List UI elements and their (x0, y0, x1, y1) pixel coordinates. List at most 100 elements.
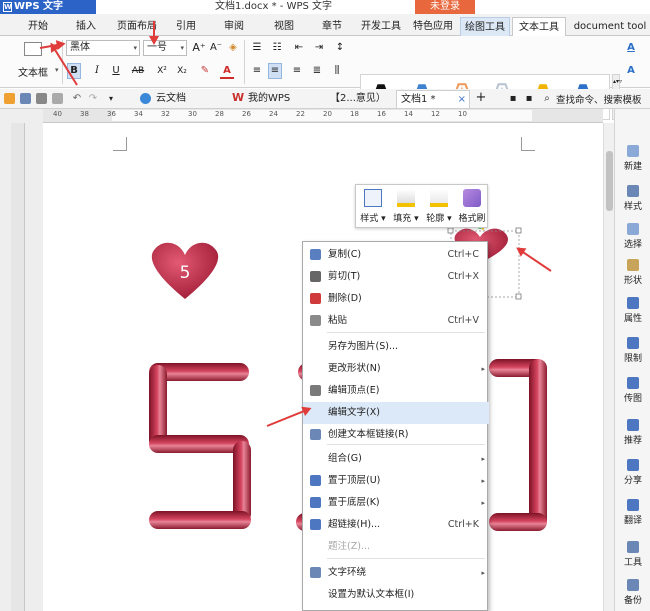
chevron-down-icon[interactable]: ▾ (104, 91, 118, 107)
sort-icon[interactable]: ↕ (333, 40, 347, 56)
chevron-down-icon[interactable]: ▾ (55, 66, 59, 74)
sidebar-item-style[interactable]: 样式 (615, 185, 650, 212)
submenu-arrow-icon: ▸ (481, 455, 485, 463)
tab-view[interactable]: 视图 (264, 17, 304, 36)
menu-item[interactable]: 置于顶层(U) ▸ (303, 470, 489, 492)
menu-item[interactable]: 超链接(H)... Ctrl+K (303, 514, 489, 536)
increase-indent-icon[interactable]: ⇥ (312, 40, 326, 56)
textbox-button[interactable]: 文本框 (18, 64, 48, 79)
sidebar-item-upload-image[interactable]: 传图 (615, 377, 650, 404)
justify-icon[interactable]: ≣ (310, 63, 324, 79)
tab-start[interactable]: 开始 (20, 17, 56, 36)
tab-feedback-doc[interactable]: 【2...意见） (326, 90, 394, 108)
menu-item-label: 复制(C) (328, 249, 362, 260)
mini-outline-button[interactable]: 轮廓 ▾ (423, 187, 455, 224)
align-left-icon[interactable]: ≡ (250, 63, 264, 79)
save-icon[interactable] (20, 93, 31, 104)
submenu-arrow-icon: ▸ (481, 499, 485, 507)
shrink-font-icon[interactable]: A⁻ (209, 40, 223, 56)
tab-features[interactable]: 特色应用 (408, 17, 458, 36)
redo-icon[interactable]: ↷ (86, 91, 100, 107)
menu-item[interactable]: 复制(C) Ctrl+C (303, 244, 489, 266)
sidebar-item-shape[interactable]: 形状 (615, 259, 650, 286)
font-name-select[interactable]: 黑体 ▾ (66, 40, 140, 56)
format-painter-icon (463, 189, 481, 207)
menu-item-shortcut: Ctrl+K (447, 519, 479, 530)
tab-my-wps[interactable]: 我的WPS (244, 90, 318, 108)
sidebar-item-properties[interactable]: 属性 (615, 297, 650, 324)
font-color-button[interactable]: A (220, 63, 234, 79)
decrease-indent-icon[interactable]: ⇤ (292, 40, 306, 56)
pin-icon[interactable]: ▪ (522, 91, 536, 107)
sidebar-item-recommend[interactable]: 推荐 (615, 419, 650, 446)
menu-item[interactable]: 组合(G) ▸ (303, 448, 489, 470)
menu-item[interactable]: 另存为图片(S)... (303, 336, 489, 358)
app-menu-button[interactable]: W WPS 文字 (0, 0, 96, 14)
close-icon[interactable]: × (458, 91, 466, 109)
menu-item[interactable]: 文字环绕 ▸ (303, 562, 489, 584)
tab-references[interactable]: 引用 (166, 17, 206, 36)
tab-document1[interactable]: 文档1 * × (396, 90, 470, 108)
sidebar-item-restrict[interactable]: 限制 (615, 337, 650, 364)
tab-text-tools[interactable]: 文本工具 (512, 17, 566, 36)
menu-item-label: 设置为默认文本框(I) (328, 589, 415, 600)
scroll-thumb[interactable] (606, 151, 613, 211)
menu-item[interactable]: 删除(D) (303, 288, 489, 310)
menu-item[interactable]: 剪切(T) Ctrl+X (303, 266, 489, 288)
numbered-list-icon[interactable]: ☷ (270, 40, 284, 56)
undo-icon[interactable]: ↶ (70, 91, 84, 107)
tab-developer[interactable]: 开发工具 (356, 17, 406, 36)
sidebar-item-new[interactable]: 新建 (615, 145, 650, 172)
print-icon[interactable] (36, 93, 47, 104)
italic-button[interactable]: I (90, 63, 104, 79)
menu-item-label: 超链接(H)... (328, 519, 381, 530)
tab-cloud-docs[interactable]: 云文档 (152, 90, 218, 108)
login-button[interactable]: 未登录 (415, 0, 475, 14)
mini-format-painter-button[interactable]: 格式刷 (456, 187, 488, 224)
cut-icon (310, 271, 321, 282)
menu-item[interactable]: 粘贴 Ctrl+V (303, 310, 489, 332)
sidebar-item-label: 翻译 (623, 516, 642, 526)
grow-font-icon[interactable]: A⁺ (192, 40, 206, 56)
text-fill-button[interactable]: A (624, 40, 638, 56)
command-search[interactable]: 查找命令、搜索模板 (556, 92, 642, 106)
menu-item[interactable]: 编辑文字(X) (303, 402, 489, 424)
mini-fill-button[interactable]: 填充 ▾ (390, 187, 422, 224)
clear-format-icon[interactable]: ◈ (226, 40, 240, 56)
ruler-tick-label: 16 (377, 110, 386, 118)
menu-item[interactable]: 创建文本框链接(R) (303, 424, 489, 446)
tab-section[interactable]: 章节 (312, 17, 352, 36)
outline-pen-icon (430, 189, 448, 207)
vertical-scrollbar[interactable] (603, 123, 614, 611)
menu-item[interactable]: 编辑顶点(E) (303, 380, 489, 402)
tab-drawing-tools[interactable]: 绘图工具 (460, 17, 510, 36)
preview-icon[interactable] (52, 93, 63, 104)
superscript-button[interactable]: X² (155, 63, 169, 79)
sidebar-item-backup[interactable]: 备份 (615, 579, 650, 606)
new-tab-button[interactable]: + (474, 90, 488, 106)
fullscreen-icon[interactable]: ▪ (506, 91, 520, 107)
sidebar-item-tools[interactable]: 工具 (615, 541, 650, 568)
sidebar-item-select[interactable]: 选择 (615, 223, 650, 250)
tab-review[interactable]: 审阅 (214, 17, 254, 36)
mini-style-button[interactable]: 样式 ▾ (357, 187, 389, 224)
ruler-tick-label: 28 (215, 110, 224, 118)
tab-insert[interactable]: 插入 (65, 17, 107, 36)
sidebar-item-share[interactable]: 分享 (615, 459, 650, 486)
menu-item[interactable]: 更改形状(N) ▸ (303, 358, 489, 380)
sidebar-item-translate[interactable]: 翻译 (615, 499, 650, 526)
subscript-button[interactable]: X₂ (175, 63, 189, 79)
align-center-icon[interactable]: ≡ (268, 63, 282, 79)
menu-item[interactable]: 置于底层(K) ▸ (303, 492, 489, 514)
menu-item[interactable]: 设置为默认文本框(I) (303, 584, 489, 606)
folder-icon[interactable] (4, 93, 15, 104)
search-icon[interactable]: ⌕ (540, 91, 554, 107)
tab-document-tool[interactable]: document tool (570, 17, 650, 36)
text-outline-button[interactable]: A (624, 63, 638, 79)
align-right-icon[interactable]: ≡ (290, 63, 304, 79)
strikethrough-button[interactable]: AB (131, 63, 145, 79)
underline-button[interactable]: U (109, 63, 123, 79)
bullet-list-icon[interactable]: ☰ (250, 40, 264, 56)
highlight-icon[interactable]: ✎ (198, 63, 212, 79)
distribute-icon[interactable]: ⫼ (330, 63, 344, 79)
